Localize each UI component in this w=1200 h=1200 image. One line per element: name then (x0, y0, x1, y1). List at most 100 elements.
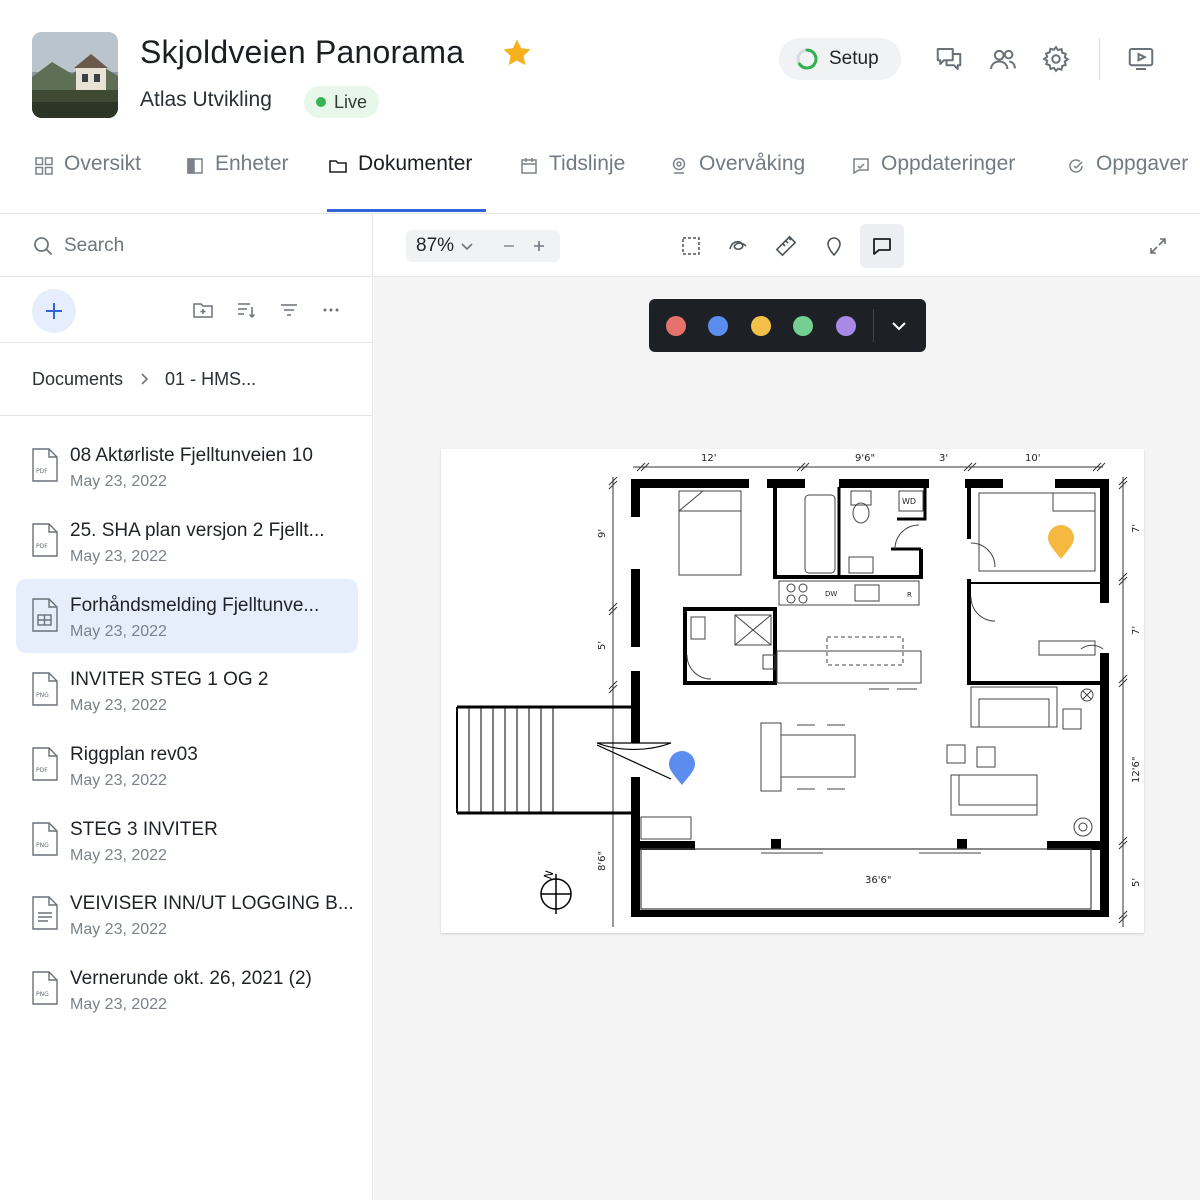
folder-icon (329, 160, 347, 173)
file-item[interactable]: PDF 08 Aktørliste Fjelltunveien 10 May 2… (16, 429, 358, 503)
grid-icon (35, 157, 53, 175)
tab-tidslinje[interactable]: Tidslinje (519, 152, 625, 214)
status-label: Live (334, 91, 368, 112)
tab-enheter[interactable]: Enheter (185, 152, 289, 214)
dim-right-4: 5' (1131, 878, 1142, 887)
setup-button[interactable]: Setup (779, 38, 901, 80)
select-area-tool[interactable] (669, 224, 713, 268)
dim-top-3: 3' (939, 453, 948, 464)
svg-text:PNG: PNG (36, 991, 49, 998)
floorplan-document[interactable]: 12' 9'6" 3' 10' 9' 5' 8'6" 7' 7' 12'6" 5… (441, 449, 1144, 933)
comment-tool[interactable] (860, 224, 904, 268)
users-icon[interactable] (986, 42, 1020, 76)
search-icon (34, 237, 53, 256)
chevron-down-icon[interactable] (889, 316, 909, 336)
file-item[interactable]: VEIVISER INN/UT LOGGING B... May 23, 202… (16, 877, 358, 951)
zoom-out-icon[interactable] (500, 237, 518, 255)
fullscreen-button[interactable] (1136, 224, 1180, 268)
file-date: May 23, 2022 (70, 772, 167, 789)
file-item[interactable]: PDF 25. SHA plan versjon 2 Fjellt... May… (16, 504, 358, 578)
zoom-level-dropdown[interactable]: 87% (416, 235, 454, 257)
active-tab-indicator (327, 209, 486, 212)
file-name: 25. SHA plan versjon 2 Fjellt... (70, 520, 325, 541)
zoom-in-icon[interactable] (530, 237, 548, 255)
label-refrigerator: R (907, 591, 912, 599)
comments-icon[interactable] (932, 42, 966, 76)
tab-label: Tidslinje (549, 152, 626, 175)
file-date: May 23, 2022 (70, 996, 167, 1013)
file-item-selected[interactable]: Forhåndsmelding Fjelltunve... May 23, 20… (16, 579, 358, 653)
file-name: VEIVISER INN/UT LOGGING B... (70, 893, 354, 914)
north-label: N (541, 869, 556, 881)
more-options-icon[interactable] (320, 299, 342, 321)
file-item[interactable]: PNG INVITER STEG 1 OG 2 May 23, 2022 (16, 653, 358, 727)
tab-label: Oppgaver (1096, 152, 1189, 175)
tab-oppgaver[interactable]: Oppgaver (1066, 152, 1188, 214)
dim-right-1: 7' (1131, 524, 1142, 533)
svg-text:PDF: PDF (36, 543, 48, 550)
tab-oversikt[interactable]: Oversikt (34, 152, 141, 214)
tab-label: Overvåking (699, 152, 806, 175)
pin-icon (827, 237, 841, 257)
tasks-icon (1069, 159, 1083, 173)
company-name: Atlas Utvikling (140, 88, 272, 111)
file-date: May 23, 2022 (70, 473, 167, 490)
file-name: STEG 3 INVITER (70, 819, 218, 840)
tab-dokumenter[interactable]: Dokumenter (328, 152, 472, 214)
measure-icon (775, 235, 797, 257)
project-tabs: Oversikt Enheter Dokumenter Tidslinje Ov… (0, 140, 1200, 214)
new-folder-icon[interactable] (192, 299, 214, 321)
filter-icon[interactable] (278, 299, 300, 321)
file-item[interactable]: PNG STEG 3 INVITER May 23, 2022 (16, 803, 358, 877)
file-date: May 23, 2022 (70, 548, 167, 565)
file-name: 08 Aktørliste Fjelltunveien 10 (70, 445, 313, 466)
favorite-star-icon[interactable] (500, 36, 534, 70)
tab-overvaking[interactable]: Overvåking (669, 152, 805, 214)
color-swatch-green[interactable] (793, 316, 813, 336)
header-divider (1099, 38, 1100, 80)
chevron-down-icon[interactable] (460, 239, 474, 253)
breadcrumb-current-folder[interactable]: 01 - HMS... (165, 369, 256, 390)
dim-top-4: 10' (1025, 453, 1040, 464)
settings-icon[interactable] (1039, 42, 1073, 76)
search-input[interactable] (64, 232, 344, 260)
pin-tool[interactable] (812, 224, 856, 268)
comment-icon (873, 238, 891, 255)
dim-right-2: 7' (1131, 626, 1142, 635)
project-title: Skjoldveien Panorama (140, 34, 465, 70)
pdf-file-icon: PDF (32, 747, 58, 781)
draw-tool[interactable] (716, 224, 760, 268)
plus-icon (46, 303, 62, 319)
svg-text:PNG: PNG (36, 842, 49, 849)
svg-text:PNG: PNG (36, 692, 49, 699)
annotation-pin-blue[interactable] (669, 751, 695, 785)
color-swatch-blue[interactable] (708, 316, 728, 336)
color-swatch-red[interactable] (666, 316, 686, 336)
zoom-control: 87% (406, 230, 560, 262)
presentation-icon[interactable] (1124, 42, 1158, 76)
add-document-button[interactable] (32, 289, 76, 333)
png-file-icon: PNG (32, 822, 58, 856)
sort-icon[interactable] (235, 299, 257, 321)
pdf-file-icon: PDF (32, 448, 58, 482)
breadcrumb-documents[interactable]: Documents (32, 369, 123, 390)
file-item[interactable]: PDF Riggplan rev03 May 23, 2022 (16, 728, 358, 802)
label-dishwasher: DW (825, 590, 837, 598)
measure-tool[interactable] (764, 224, 808, 268)
color-swatch-yellow[interactable] (751, 316, 771, 336)
file-name: Riggplan rev03 (70, 744, 198, 765)
tab-label: Dokumenter (358, 152, 473, 175)
annotation-pin-yellow[interactable] (1048, 525, 1074, 559)
document-file-icon (32, 896, 58, 930)
tab-oppdateringer[interactable]: Oppdateringer (851, 152, 1015, 214)
file-date: May 23, 2022 (70, 697, 167, 714)
project-thumbnail[interactable] (32, 32, 118, 118)
progress-ring-icon (796, 48, 818, 70)
file-item[interactable]: PNG Vernerunde okt. 26, 2021 (2) May 23,… (16, 952, 358, 1026)
documents-sidebar: Documents 01 - HMS... PDF 08 Aktørliste … (0, 214, 373, 1200)
calendar-icon (521, 158, 537, 174)
color-swatch-purple[interactable] (836, 316, 856, 336)
tab-label: Enheter (215, 152, 289, 175)
dim-top-2: 9'6" (855, 453, 875, 464)
setup-label: Setup (829, 48, 879, 69)
